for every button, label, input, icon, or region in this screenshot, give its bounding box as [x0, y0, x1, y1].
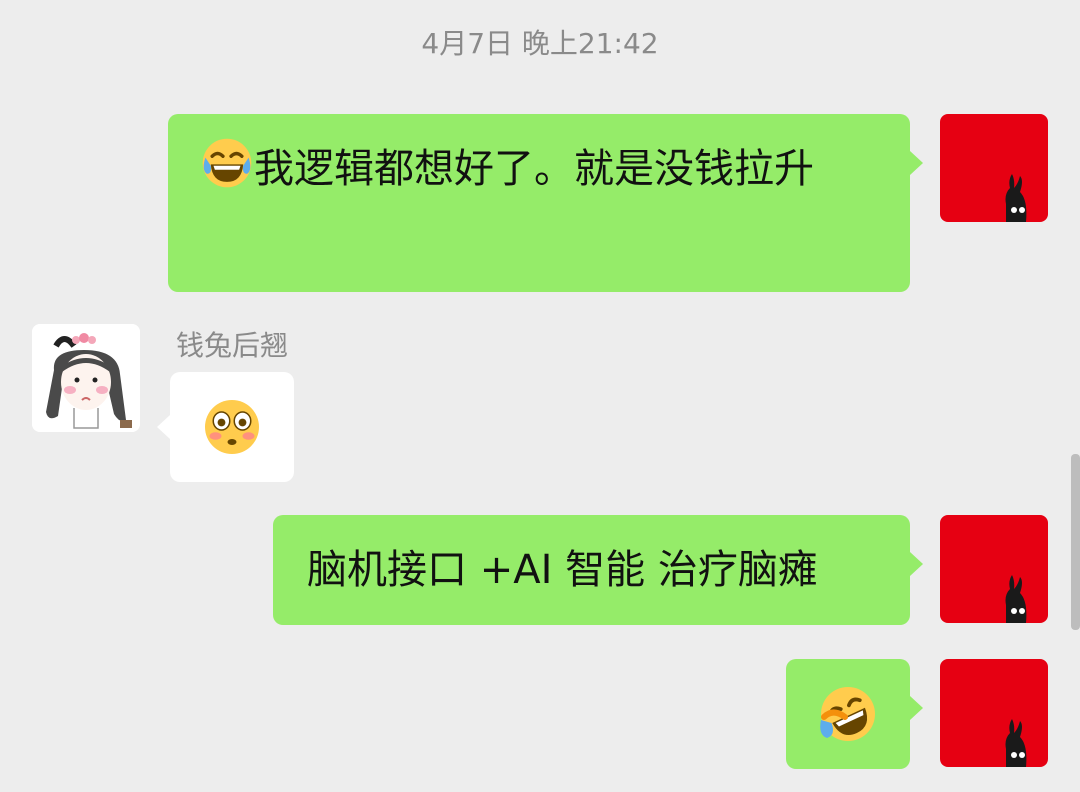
their-avatar[interactable]: [32, 324, 140, 432]
sender-name: 钱兔后翘: [176, 329, 289, 362]
message-text-1: 我逻辑都想好了。就是没钱拉升: [254, 146, 814, 192]
face-with-tears-of-joy-icon: [202, 138, 252, 188]
my-avatar-2[interactable]: [940, 515, 1048, 623]
bunny-icon: [1005, 575, 1027, 623]
my-avatar-3[interactable]: [940, 659, 1048, 767]
bubble-tail-1: [910, 151, 923, 175]
flushed-face-icon: [205, 400, 259, 454]
bubble-tail-2: [157, 415, 170, 439]
girl-avatar-icon: [32, 324, 140, 432]
message-bubble-4[interactable]: [786, 659, 910, 769]
bubble-tail-3: [910, 552, 923, 576]
chat-timestamp: 4月7日 晚上21:42: [421, 27, 659, 60]
message-bubble-2[interactable]: [170, 372, 294, 482]
message-bubble-3[interactable]: 脑机接口 +AI 智能 治疗脑瘫: [273, 515, 910, 625]
scrollbar[interactable]: [1071, 454, 1080, 630]
my-avatar-1[interactable]: [940, 114, 1048, 222]
message-text-3: 脑机接口 +AI 智能 治疗脑瘫: [307, 547, 818, 593]
rolling-on-floor-laughing-icon: [820, 687, 875, 741]
bubble-tail-4: [910, 696, 923, 720]
message-bubble-1[interactable]: 我逻辑都想好了。就是没钱拉升: [168, 114, 910, 292]
bunny-icon: [1005, 174, 1027, 222]
bunny-icon: [1005, 719, 1027, 767]
